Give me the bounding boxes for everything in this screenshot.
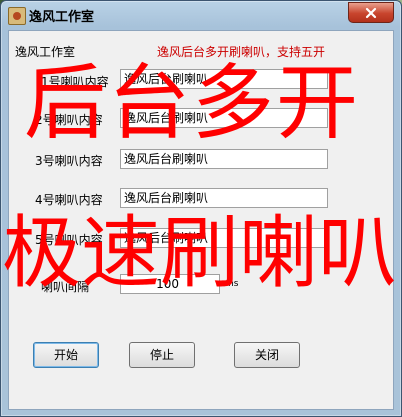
row-1-input[interactable]: 逸风后台刷喇叭 [120,69,328,89]
row-4-input[interactable]: 逸风后台刷喇叭 [120,188,328,208]
window-title: 逸风工作室 [29,10,95,25]
row-4-label: 4号喇叭内容 [35,193,103,207]
studio-label: 逸风工作室 [15,45,76,59]
close-icon [365,7,377,18]
interval-unit: ms [225,279,239,289]
row-3-label: 3号喇叭内容 [35,154,103,168]
dialog-client-area: 逸风工作室 逸风后台多开刷喇叭，支持五开 1号喇叭内容 逸风后台刷喇叭 2号喇叭… [8,30,394,410]
interval-input[interactable]: 100 [120,274,220,294]
title-bar[interactable]: 逸风工作室 [1,1,401,29]
stop-button[interactable]: 停止 [129,342,195,368]
start-button[interactable]: 开始 [33,342,99,368]
row-3-input[interactable]: 逸风后台刷喇叭 [120,149,328,169]
row-5-input[interactable]: 逸风后台刷喇叭 [120,228,328,248]
row-2-label: 2号喇叭内容 [35,113,103,127]
app-icon [8,7,26,25]
row-2-input[interactable]: 逸风后台刷喇叭 [120,108,328,128]
row-5-label: 5号喇叭内容 [35,233,103,247]
promo-text: 逸风后台多开刷喇叭，支持五开 [157,45,326,59]
close-button[interactable]: 关闭 [234,342,300,368]
window-close-button[interactable] [348,2,394,23]
interval-label: 喇叭间隔 [41,280,90,294]
row-1-label: 1号喇叭内容 [41,75,109,89]
app-window: 逸风工作室 逸风工作室 逸风后台多开刷喇叭，支持五开 1号喇叭内容 逸风后台刷喇… [0,0,402,417]
